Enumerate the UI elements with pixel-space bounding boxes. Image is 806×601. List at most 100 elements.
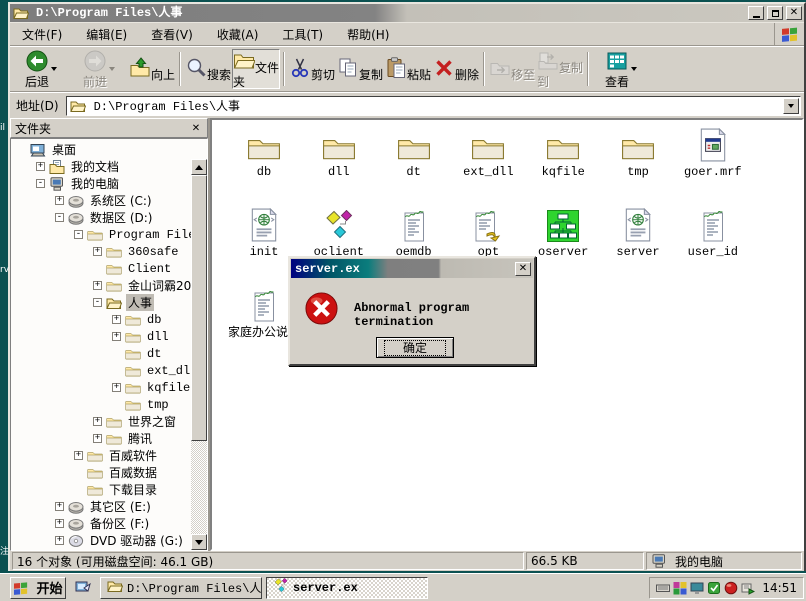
tree-item[interactable]: 百威数据: [11, 464, 207, 481]
tree-item[interactable]: +系统区 (C:): [11, 192, 207, 209]
tree-item[interactable]: -Program Files: [11, 226, 207, 243]
address-input[interactable]: D:\Program Files\人事: [66, 96, 801, 116]
close-panel-icon[interactable]: ✕: [189, 122, 203, 135]
expand-icon[interactable]: +: [36, 162, 45, 171]
disk-tray-icon[interactable]: [741, 581, 755, 595]
tree-item[interactable]: 桌面: [11, 141, 207, 158]
tree-item[interactable]: +360safe: [11, 243, 207, 260]
menu-item-帮[interactable]: 帮助(H): [335, 23, 401, 46]
file-item[interactable]: oemdb: [378, 206, 450, 259]
menu-item-文[interactable]: 文件(F): [10, 23, 74, 46]
file-item[interactable]: oclient: [303, 206, 375, 259]
dialog-titlebar[interactable]: server.ex ✕: [291, 259, 533, 278]
expand-icon[interactable]: +: [74, 451, 83, 460]
tree-item[interactable]: 下载目录: [11, 481, 207, 498]
diamonds-icon: [323, 206, 355, 242]
tree-item[interactable]: ext_dll: [11, 362, 207, 379]
task-button[interactable]: D:\Program Files\人事: [100, 577, 262, 599]
expand-icon[interactable]: +: [93, 434, 102, 443]
close-button[interactable]: ✕: [786, 6, 802, 20]
dialog-close-button[interactable]: ✕: [515, 262, 531, 276]
tree-item[interactable]: +DVD 驱动器 (G:): [11, 532, 207, 549]
minimize-button[interactable]: [748, 6, 764, 20]
scroll-down-button[interactable]: [191, 534, 207, 550]
tree-item[interactable]: +腾讯: [11, 430, 207, 447]
file-item[interactable]: opt: [452, 206, 524, 259]
menu-item-工[interactable]: 工具(T): [270, 23, 335, 46]
desktop: D:\Program Files\人事 ✕ 文件(F)编辑(E)查看(V)收藏(…: [0, 0, 806, 601]
tree-item[interactable]: +其它区 (E:): [11, 498, 207, 515]
tree-item[interactable]: -我的电脑: [11, 175, 207, 192]
toolbar-button-search[interactable]: 搜索: [184, 49, 232, 89]
menu-item-编[interactable]: 编辑(E): [74, 23, 139, 46]
tree-item[interactable]: +kqfile: [11, 379, 207, 396]
ok-button[interactable]: 确定: [376, 337, 454, 358]
start-button[interactable]: 开始: [10, 577, 66, 599]
expand-icon[interactable]: +: [55, 196, 64, 205]
expand-icon[interactable]: +: [55, 536, 64, 545]
tree-scrollbar[interactable]: [191, 159, 207, 550]
ime-tray-icon[interactable]: [673, 581, 687, 595]
expand-icon[interactable]: +: [112, 383, 121, 392]
expand-icon[interactable]: +: [55, 519, 64, 528]
red-sphere-tray-icon[interactable]: [724, 581, 738, 595]
expand-icon[interactable]: +: [55, 502, 64, 511]
quick-launch-icon[interactable]: [70, 577, 96, 599]
toolbar-button-cut[interactable]: 剪切: [288, 49, 336, 89]
toolbar-button-up[interactable]: 向上: [128, 49, 176, 89]
green-util-tray-icon[interactable]: [707, 581, 721, 595]
tree-item[interactable]: +百威软件: [11, 447, 207, 464]
status-bar: 16 个对象 (可用磁盘空间: 46.1 GB) 66.5 KB 我的电脑: [10, 551, 804, 571]
file-item[interactable]: ext_dll: [452, 126, 524, 179]
scrollbar-thumb[interactable]: [191, 175, 207, 441]
collapse-icon[interactable]: -: [74, 230, 83, 239]
window-titlebar[interactable]: D:\Program Files\人事 ✕: [10, 4, 804, 22]
tree-item[interactable]: -数据区 (D:): [11, 209, 207, 226]
tree-item[interactable]: dt: [11, 345, 207, 362]
toolbar-button-folders[interactable]: 文件夹: [232, 49, 280, 89]
toolbar-button-paste[interactable]: 粘贴: [384, 49, 432, 89]
file-item[interactable]: dll: [303, 126, 375, 179]
expand-icon[interactable]: +: [93, 417, 102, 426]
tree-item[interactable]: +金山词霸2007: [11, 277, 207, 294]
expand-icon[interactable]: +: [93, 247, 102, 256]
expand-icon[interactable]: +: [93, 281, 102, 290]
address-dropdown-button[interactable]: [783, 98, 799, 114]
toolbar-button-back[interactable]: 后退: [12, 49, 70, 89]
tree-item[interactable]: Client: [11, 260, 207, 277]
file-item[interactable]: init: [228, 206, 300, 259]
file-item[interactable]: oserver: [527, 206, 599, 259]
address-bar: 地址(D) D:\Program Files\人事: [10, 92, 804, 118]
collapse-icon[interactable]: -: [55, 213, 64, 222]
tree-item[interactable]: +dll: [11, 328, 207, 345]
file-item[interactable]: kqfile: [527, 126, 599, 179]
restore-button[interactable]: [767, 6, 783, 20]
file-item[interactable]: tmp: [602, 126, 674, 179]
file-item[interactable]: server: [602, 206, 674, 259]
expand-icon[interactable]: +: [112, 315, 121, 324]
collapse-icon[interactable]: -: [93, 298, 102, 307]
tree-item[interactable]: -人事: [11, 294, 207, 311]
tree-item[interactable]: tmp: [11, 396, 207, 413]
tree-item[interactable]: +备份区 (F:): [11, 515, 207, 532]
toolbar-button-copy[interactable]: 复制: [336, 49, 384, 89]
back-dropdown-icon[interactable]: [51, 67, 57, 71]
file-item[interactable]: dt: [378, 126, 450, 179]
file-item[interactable]: db: [228, 126, 300, 179]
task-button[interactable]: server.ex: [266, 577, 428, 599]
toolbar-button-views[interactable]: 查看: [592, 49, 650, 89]
toolbar-button-delete[interactable]: 删除: [432, 49, 480, 89]
views-dropdown-icon[interactable]: [631, 67, 637, 71]
file-item[interactable]: user_id: [677, 206, 749, 259]
menu-item-查[interactable]: 查看(V): [139, 23, 205, 46]
file-item[interactable]: goer.mrf: [677, 126, 749, 179]
keyboard-tray-icon[interactable]: [656, 581, 670, 595]
tree-item[interactable]: +我的文档: [11, 158, 207, 175]
expand-icon[interactable]: +: [112, 332, 121, 341]
menu-item-收[interactable]: 收藏(A): [205, 23, 271, 46]
scroll-up-button[interactable]: [191, 159, 207, 175]
monitor-tray-icon[interactable]: [690, 581, 704, 595]
collapse-icon[interactable]: -: [36, 179, 45, 188]
tree-item[interactable]: +世界之窗: [11, 413, 207, 430]
tree-item[interactable]: +db: [11, 311, 207, 328]
